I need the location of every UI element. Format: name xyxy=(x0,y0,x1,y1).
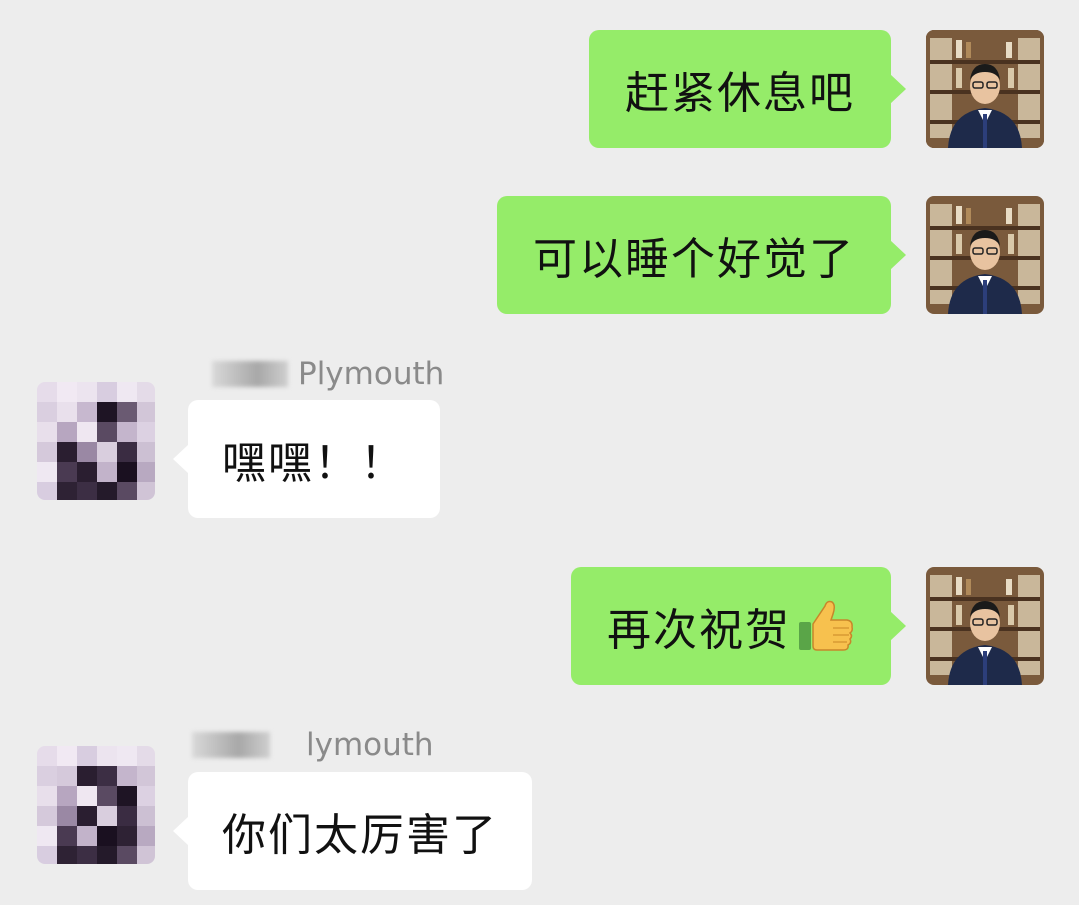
my-avatar[interactable] xyxy=(926,30,1044,148)
blurred-name-part xyxy=(192,732,270,758)
message-text: 可以睡个好觉了 xyxy=(533,234,855,285)
my-message-bubble[interactable]: 可以睡个好觉了 xyxy=(497,196,906,314)
contact-avatar[interactable] xyxy=(37,382,155,500)
message-row-1: 赶紧休息吧 xyxy=(0,30,1079,148)
thumbs-up-icon xyxy=(797,598,855,654)
pixelated-avatar-icon xyxy=(37,382,155,500)
message-row-5: 你们太厉害了 xyxy=(0,746,1079,890)
sender-name: Plymouth xyxy=(212,356,444,392)
pixelated-avatar-icon xyxy=(37,746,155,864)
my-message-bubble[interactable]: 赶紧休息吧 xyxy=(589,30,906,148)
contact-avatar[interactable] xyxy=(37,746,155,864)
my-message-bubble[interactable]: 再次祝贺 xyxy=(571,567,906,685)
contact-message-bubble[interactable]: 你们太厉害了 xyxy=(173,772,532,890)
blurred-name-part xyxy=(212,361,288,387)
my-avatar[interactable] xyxy=(926,567,1044,685)
sender-name: lymouth xyxy=(192,727,434,763)
sender-name-text: lymouth xyxy=(306,727,434,763)
message-text: 嘿嘿！！ xyxy=(222,438,406,489)
message-row-2: 可以睡个好觉了 xyxy=(0,196,1079,314)
contact-message-bubble[interactable]: 嘿嘿！！ xyxy=(173,400,440,518)
person-avatar-icon xyxy=(926,30,1044,148)
person-avatar-icon xyxy=(926,196,1044,314)
message-row-4: 再次祝贺 xyxy=(0,567,1079,685)
message-text: 你们太厉害了 xyxy=(222,810,498,861)
message-text: 再次祝贺 xyxy=(607,605,791,656)
message-text: 赶紧休息吧 xyxy=(625,68,855,119)
message-row-3: 嘿嘿！！ xyxy=(0,382,1079,518)
my-avatar[interactable] xyxy=(926,196,1044,314)
person-avatar-icon xyxy=(926,567,1044,685)
sender-name-text: Plymouth xyxy=(298,356,445,392)
